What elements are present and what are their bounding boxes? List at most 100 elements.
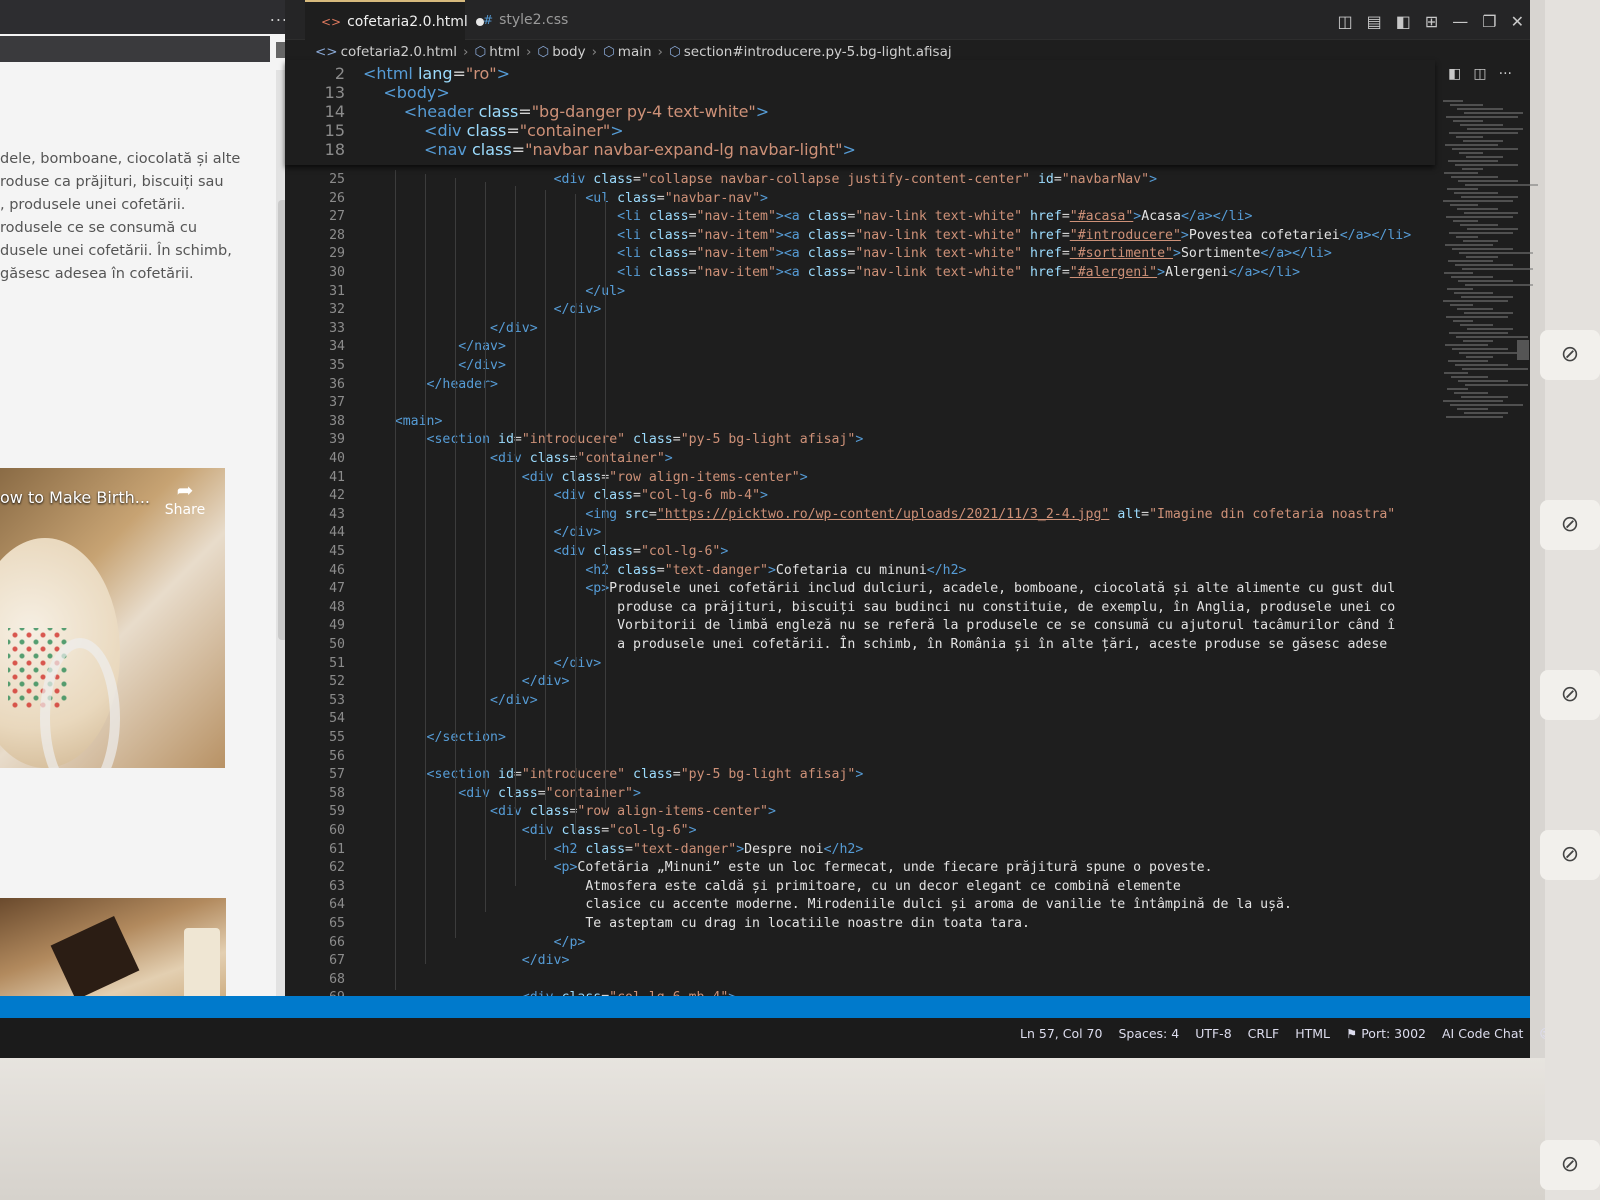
code-text[interactable]: <img src="https://picktwo.ro/wp-content/… bbox=[363, 507, 1395, 522]
code-text[interactable]: <section id="introducere" class="py-5 bg… bbox=[363, 432, 864, 447]
grid-icon[interactable]: ⊞ bbox=[1425, 12, 1438, 31]
code-text[interactable]: <li class="nav-item"><a class="nav-link … bbox=[363, 265, 1300, 280]
code-line[interactable]: 29 <li class="nav-item"><a class="nav-li… bbox=[285, 246, 1435, 264]
breadcrumb-item[interactable]: section#introducere.py-5.bg-light.afisaj bbox=[684, 44, 952, 60]
preview-address-bar[interactable] bbox=[0, 36, 270, 62]
code-text[interactable]: <main> bbox=[363, 414, 443, 429]
code-line[interactable]: 13 <body> bbox=[285, 83, 1435, 102]
code-text[interactable]: <div class="container"> bbox=[363, 451, 673, 466]
restore-icon[interactable]: ❐ bbox=[1482, 12, 1496, 31]
code-line[interactable]: 28 <li class="nav-item"><a class="nav-li… bbox=[285, 228, 1435, 246]
code-line[interactable]: 30 <li class="nav-item"><a class="nav-li… bbox=[285, 265, 1435, 283]
mic-off-icon[interactable]: ⊘ bbox=[1540, 500, 1600, 550]
code-text[interactable]: </div> bbox=[363, 321, 538, 336]
code-text[interactable]: <ul class="navbar-nav"> bbox=[363, 191, 768, 206]
code-text[interactable]: <nav class="navbar navbar-expand-lg navb… bbox=[363, 140, 856, 159]
code-line[interactable]: 26 <ul class="navbar-nav"> bbox=[285, 191, 1435, 209]
code-line[interactable]: 35 </div> bbox=[285, 358, 1435, 376]
encoding[interactable]: UTF-8 bbox=[1195, 1026, 1231, 1042]
code-text[interactable]: </div> bbox=[363, 302, 602, 317]
code-text[interactable]: </header> bbox=[363, 377, 498, 392]
code-text[interactable]: </div> bbox=[363, 656, 602, 671]
mic-off-icon[interactable]: ⊘ bbox=[1540, 670, 1600, 720]
code-line[interactable]: 31 </ul> bbox=[285, 284, 1435, 302]
breadcrumb-item[interactable]: cofetaria2.0.html bbox=[341, 44, 457, 60]
code-text[interactable]: <p>Produsele unei cofetării includ dulci… bbox=[363, 581, 1395, 596]
cursor-position[interactable]: Ln 57, Col 70 bbox=[1020, 1026, 1102, 1042]
code-line[interactable]: 45 <div class="col-lg-6"> bbox=[285, 544, 1435, 562]
mic-off-icon[interactable]: ⊘ bbox=[1540, 830, 1600, 880]
more-actions-icon[interactable]: ··· bbox=[1499, 66, 1512, 82]
code-text[interactable]: <p>Cofetăria „Minuni” este un loc fermec… bbox=[363, 860, 1213, 875]
editor-scrollbar-thumb[interactable] bbox=[1517, 340, 1529, 360]
live-server-port[interactable]: ⚑ Port: 3002 bbox=[1346, 1026, 1426, 1042]
code-line[interactable]: 54 bbox=[285, 711, 1435, 729]
code-text[interactable]: </ul> bbox=[363, 284, 625, 299]
code-line[interactable]: 33 </div> bbox=[285, 321, 1435, 339]
embedded-video[interactable]: ow to Make Birth... ➦ Share bbox=[0, 468, 225, 768]
code-text[interactable]: <div class="col-lg-6 mb-4"> bbox=[363, 488, 768, 503]
code-text[interactable]: <h2 class="text-danger">Cofetaria cu min… bbox=[363, 563, 966, 578]
share-button[interactable]: ➦ Share bbox=[160, 478, 210, 518]
code-line[interactable]: 58 <div class="container"> bbox=[285, 786, 1435, 804]
code-line[interactable]: 52 </div> bbox=[285, 674, 1435, 692]
sticky-scroll-header[interactable]: 2 <html lang="ro"> 13 <body> 14 <header cla… bbox=[285, 60, 1435, 165]
line-ending[interactable]: CRLF bbox=[1248, 1026, 1280, 1042]
split-icon[interactable]: ◧ bbox=[1396, 12, 1411, 31]
code-text[interactable]: <li class="nav-item"><a class="nav-link … bbox=[363, 246, 1332, 261]
breadcrumb-item[interactable]: body bbox=[552, 44, 585, 60]
code-line[interactable]: 34 </nav> bbox=[285, 339, 1435, 357]
code-line[interactable]: 2 <html lang="ro"> bbox=[285, 64, 1435, 83]
code-line[interactable]: 61 <h2 class="text-danger">Despre noi</h… bbox=[285, 842, 1435, 860]
close-icon[interactable]: ✕ bbox=[1511, 12, 1524, 31]
breadcrumb-item[interactable]: main bbox=[618, 44, 652, 60]
code-text[interactable]: <li class="nav-item"><a class="nav-link … bbox=[363, 228, 1411, 243]
code-line[interactable]: 47 <p>Produsele unei cofetării includ du… bbox=[285, 581, 1435, 599]
code-text[interactable]: </p> bbox=[363, 935, 586, 950]
code-line[interactable]: 63 Atmosfera este caldă și primitoare, c… bbox=[285, 879, 1435, 897]
code-line[interactable]: 66 </p> bbox=[285, 935, 1435, 953]
code-text[interactable]: <div class="row align-items-center"> bbox=[363, 470, 808, 485]
code-text[interactable]: <section id="introducere" class="py-5 bg… bbox=[363, 767, 864, 782]
code-line[interactable]: 42 <div class="col-lg-6 mb-4"> bbox=[285, 488, 1435, 506]
code-line[interactable]: 65 Te asteptam cu drag in locatiile noas… bbox=[285, 916, 1435, 934]
code-line[interactable]: 64 clasice cu accente moderne. Mirodenii… bbox=[285, 897, 1435, 915]
code-text[interactable]: <li class="nav-item"><a class="nav-link … bbox=[363, 209, 1252, 224]
code-line[interactable]: 57 <section id="introducere" class="py-5… bbox=[285, 767, 1435, 785]
indentation[interactable]: Spaces: 4 bbox=[1118, 1026, 1179, 1042]
breadcrumb-item[interactable]: html bbox=[489, 44, 520, 60]
ai-code-chat[interactable]: AI Code Chat bbox=[1442, 1026, 1523, 1042]
code-text[interactable]: <div class="collapse navbar-collapse jus… bbox=[363, 172, 1158, 187]
code-line[interactable]: 48 produse ca prăjituri, biscuiți sau bu… bbox=[285, 600, 1435, 618]
code-line[interactable]: 60 <div class="col-lg-6"> bbox=[285, 823, 1435, 841]
code-line[interactable]: 43 <img src="https://picktwo.ro/wp-conte… bbox=[285, 507, 1435, 525]
code-text[interactable]: </div> bbox=[363, 953, 570, 968]
layout-icon[interactable]: ◫ bbox=[1337, 12, 1352, 31]
code-line[interactable]: 67 </div> bbox=[285, 953, 1435, 971]
code-line[interactable]: 46 <h2 class="text-danger">Cofetaria cu … bbox=[285, 563, 1435, 581]
open-preview-icon[interactable]: ◧ bbox=[1448, 66, 1461, 82]
tab-style-css[interactable]: # style2.css bbox=[467, 0, 577, 40]
code-line[interactable]: 68 bbox=[285, 972, 1435, 990]
minimize-icon[interactable]: — bbox=[1452, 12, 1468, 31]
panel-icon[interactable]: ▤ bbox=[1367, 12, 1382, 31]
code-line[interactable]: 15 <div class="container"> bbox=[285, 121, 1435, 140]
video-title[interactable]: ow to Make Birth... bbox=[0, 488, 150, 507]
mic-off-icon[interactable]: ⊘ bbox=[1540, 330, 1600, 380]
code-text[interactable]: produse ca prăjituri, biscuiți sau budin… bbox=[363, 600, 1395, 615]
code-text[interactable]: <h2 class="text-danger">Despre noi</h2> bbox=[363, 842, 864, 857]
code-line[interactable]: 38 <main> bbox=[285, 414, 1435, 432]
code-line[interactable]: 55 </section> bbox=[285, 730, 1435, 748]
code-line[interactable]: 59 <div class="row align-items-center"> bbox=[285, 804, 1435, 822]
code-line[interactable]: 53 </div> bbox=[285, 693, 1435, 711]
split-editor-icon[interactable]: ◫ bbox=[1473, 66, 1486, 82]
code-text[interactable]: clasice cu accente moderne. Mirodeniile … bbox=[363, 897, 1292, 912]
code-line[interactable]: 37 bbox=[285, 395, 1435, 413]
code-text[interactable]: </div> bbox=[363, 693, 538, 708]
code-line[interactable]: 49 Vorbitorii de limbă engleză nu se ref… bbox=[285, 618, 1435, 636]
code-line[interactable]: 62 <p>Cofetăria „Minuni” este un loc fer… bbox=[285, 860, 1435, 878]
code-text[interactable]: <div class="col-lg-6"> bbox=[363, 823, 697, 838]
code-line[interactable]: 40 <div class="container"> bbox=[285, 451, 1435, 469]
language-mode[interactable]: HTML bbox=[1295, 1026, 1330, 1042]
mic-off-icon[interactable]: ⊘ bbox=[1540, 1140, 1600, 1190]
